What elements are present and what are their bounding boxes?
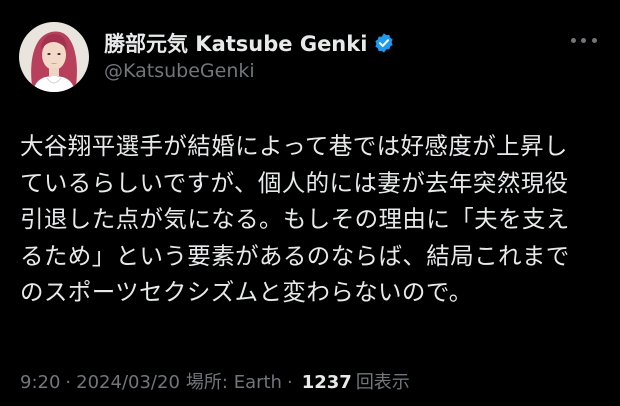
user-handle[interactable]: @KatsubeGenki bbox=[104, 60, 255, 82]
display-name[interactable]: 勝部元気 Katsube Genki bbox=[104, 28, 367, 58]
verified-badge-icon bbox=[373, 32, 395, 54]
tweet-metadata: 9:20 · 2024/03/20 場所: Earth · 1237 回表示 bbox=[20, 368, 410, 394]
avatar[interactable] bbox=[19, 22, 89, 92]
tweet-text-line: 大谷翔平選手が結婚によって巷では好感度が上昇し bbox=[20, 132, 568, 160]
tweet-text: 大谷翔平選手が結婚によって巷では好感度が上昇し ているらしいですが、個人的には妻… bbox=[20, 128, 616, 311]
tweet-text-line: ているらしいですが、個人的には妻が去年突然現役 bbox=[20, 168, 569, 197]
separator: · bbox=[286, 372, 293, 393]
more-horizontal-icon bbox=[570, 37, 576, 43]
tweet-text-line: 引退した点が気になる。もしその理由に「夫を支え bbox=[20, 205, 570, 234]
separator: · bbox=[65, 372, 72, 393]
more-horizontal-icon bbox=[581, 37, 587, 43]
display-name-row[interactable]: 勝部元気 Katsube Genki bbox=[104, 28, 395, 58]
more-horizontal-icon bbox=[592, 37, 598, 43]
tweet-text-line: のスポーツセクシズムと変わらないので。 bbox=[20, 278, 473, 307]
avatar-image bbox=[19, 22, 89, 92]
tweet-time[interactable]: 9:20 bbox=[20, 372, 60, 393]
tweet-text-line: るため」という要素があるのならば、結局これまで bbox=[20, 241, 570, 270]
tweet-location: 場所: Earth bbox=[185, 372, 282, 393]
more-options-button[interactable] bbox=[568, 29, 600, 51]
views-count[interactable]: 1237 bbox=[302, 372, 352, 393]
views-label: 回表示 bbox=[355, 372, 410, 393]
tweet-date[interactable]: 2024/03/20 bbox=[76, 372, 180, 393]
tweet: 勝部元気 Katsube Genki @KatsubeGenki 大谷翔平選手が… bbox=[0, 0, 620, 406]
